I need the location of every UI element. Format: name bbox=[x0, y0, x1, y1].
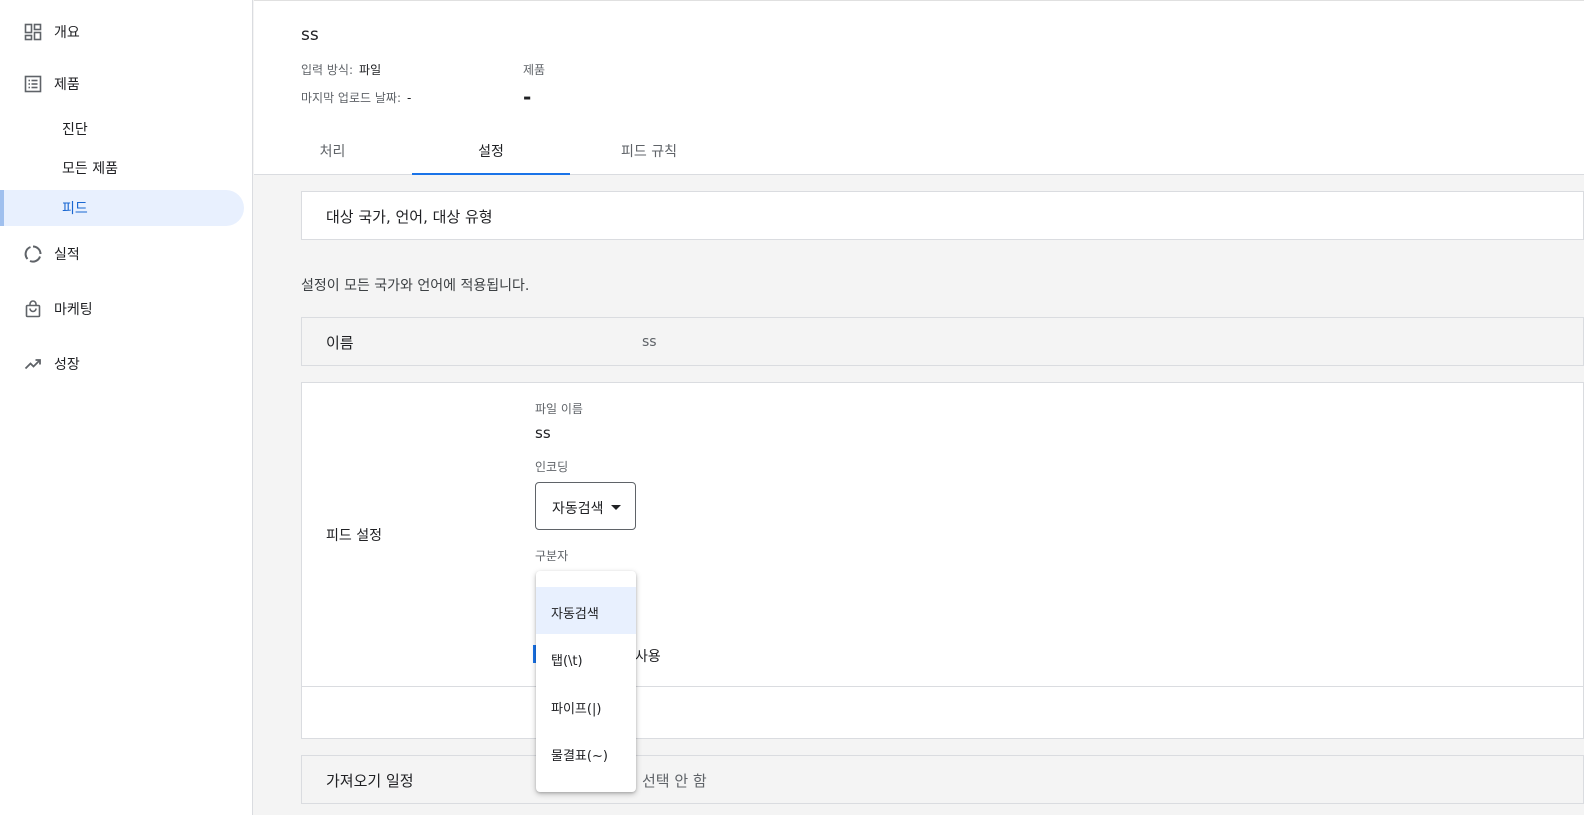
input-method: 입력 방식: 파일 bbox=[301, 61, 381, 78]
feed-settings-card bbox=[301, 382, 1584, 739]
delimiter-label: 구분자 bbox=[535, 549, 569, 563]
tab-feed-rules-label: 피드 규칙 bbox=[621, 144, 677, 160]
option-label: 자동검색 bbox=[551, 607, 599, 622]
tab-settings-label: 설정 bbox=[478, 144, 504, 160]
option-label: 물결표(~) bbox=[551, 749, 608, 764]
nav-diagnostics[interactable]: 진단 bbox=[0, 111, 244, 147]
nav-products[interactable]: 제품 bbox=[0, 66, 244, 102]
delimiter-option-tab[interactable]: 탭(\t) bbox=[536, 634, 636, 681]
products-value: - bbox=[523, 85, 532, 109]
nav-all-products-label: 모든 제품 bbox=[62, 161, 118, 177]
encoding-select[interactable]: 자동검색 bbox=[535, 482, 636, 530]
nav-performance[interactable]: 실적 bbox=[0, 236, 244, 272]
nav-products-label: 제품 bbox=[54, 77, 80, 93]
list-icon bbox=[24, 75, 42, 93]
checkbox-label: 사용 bbox=[635, 649, 661, 665]
nav-performance-label: 실적 bbox=[54, 247, 80, 263]
last-upload: 마지막 업로드 날짜: - bbox=[301, 89, 411, 106]
nav-all-products[interactable]: 모든 제품 bbox=[0, 150, 244, 186]
dropdown-arrow-icon bbox=[611, 505, 621, 510]
nav-growth-label: 성장 bbox=[54, 357, 80, 373]
fetch-schedule-value: 선택 안 함 bbox=[642, 772, 707, 790]
option-label: 탭(\t) bbox=[551, 654, 583, 669]
file-name-value: ss bbox=[535, 424, 551, 442]
donut-chart-icon bbox=[24, 245, 42, 263]
apply-note: 설정이 모든 국가와 언어에 적용됩니다. bbox=[301, 278, 530, 294]
divider bbox=[302, 686, 1584, 687]
tab-settings[interactable]: 설정 bbox=[412, 135, 570, 175]
page-title: ss bbox=[301, 25, 319, 45]
delimiter-option-auto[interactable]: 자동검색 bbox=[536, 587, 636, 634]
shopping-bag-icon bbox=[24, 300, 42, 318]
sidebar: 개요 제품 진단 모든 제품 피드 실적 마케팅 성장 bbox=[0, 0, 253, 815]
nav-feeds[interactable]: 피드 bbox=[0, 190, 244, 226]
input-method-value: 파일 bbox=[359, 63, 382, 77]
encoding-label: 인코딩 bbox=[535, 460, 569, 474]
feed-settings-label: 피드 설정 bbox=[326, 528, 382, 544]
nav-overview-label: 개요 bbox=[54, 25, 80, 41]
products-label: 제품 bbox=[523, 63, 546, 77]
tab-feed-rules[interactable]: 피드 규칙 bbox=[570, 135, 728, 175]
nav-growth[interactable]: 성장 bbox=[0, 346, 244, 382]
feed-header: ss 입력 방식: 파일 마지막 업로드 날짜: - 제품 - 처리 설정 피드 규… bbox=[254, 0, 1584, 175]
target-countries-card[interactable]: 대상 국가, 언어, 대상 유형 bbox=[301, 191, 1584, 240]
name-value: ss bbox=[642, 334, 657, 350]
name-label: 이름 bbox=[326, 334, 354, 352]
delimiter-dropdown-menu: 자동검색 탭(\t) 파이프(|) 물결표(~) bbox=[536, 571, 636, 792]
encoding-select-value: 자동검색 bbox=[552, 501, 604, 517]
last-upload-value: - bbox=[407, 91, 412, 105]
trending-up-icon bbox=[24, 355, 42, 373]
nav-diagnostics-label: 진단 bbox=[62, 122, 88, 138]
nav-feeds-label: 피드 bbox=[62, 201, 88, 217]
nav-overview[interactable]: 개요 bbox=[0, 14, 244, 50]
file-name-label: 파일 이름 bbox=[535, 402, 583, 416]
input-method-label: 입력 방식: bbox=[301, 63, 354, 77]
name-row[interactable]: 이름 ss bbox=[301, 317, 1584, 366]
target-countries-label: 대상 국가, 언어, 대상 유형 bbox=[326, 208, 493, 226]
tab-processing[interactable]: 처리 bbox=[254, 135, 411, 175]
fetch-schedule-label: 가져오기 일정 bbox=[326, 772, 414, 790]
nav-marketing-label: 마케팅 bbox=[54, 302, 93, 318]
option-label: 파이프(|) bbox=[551, 702, 602, 717]
fetch-schedule-row[interactable]: 가져오기 일정 선택 안 함 bbox=[301, 755, 1584, 804]
delimiter-option-tilde[interactable]: 물결표(~) bbox=[536, 729, 636, 776]
tab-processing-label: 처리 bbox=[319, 144, 346, 160]
delimiter-option-pipe[interactable]: 파이프(|) bbox=[536, 682, 636, 729]
last-upload-label: 마지막 업로드 날짜: bbox=[301, 91, 401, 105]
nav-marketing[interactable]: 마케팅 bbox=[0, 291, 244, 327]
dashboard-icon bbox=[24, 23, 42, 41]
